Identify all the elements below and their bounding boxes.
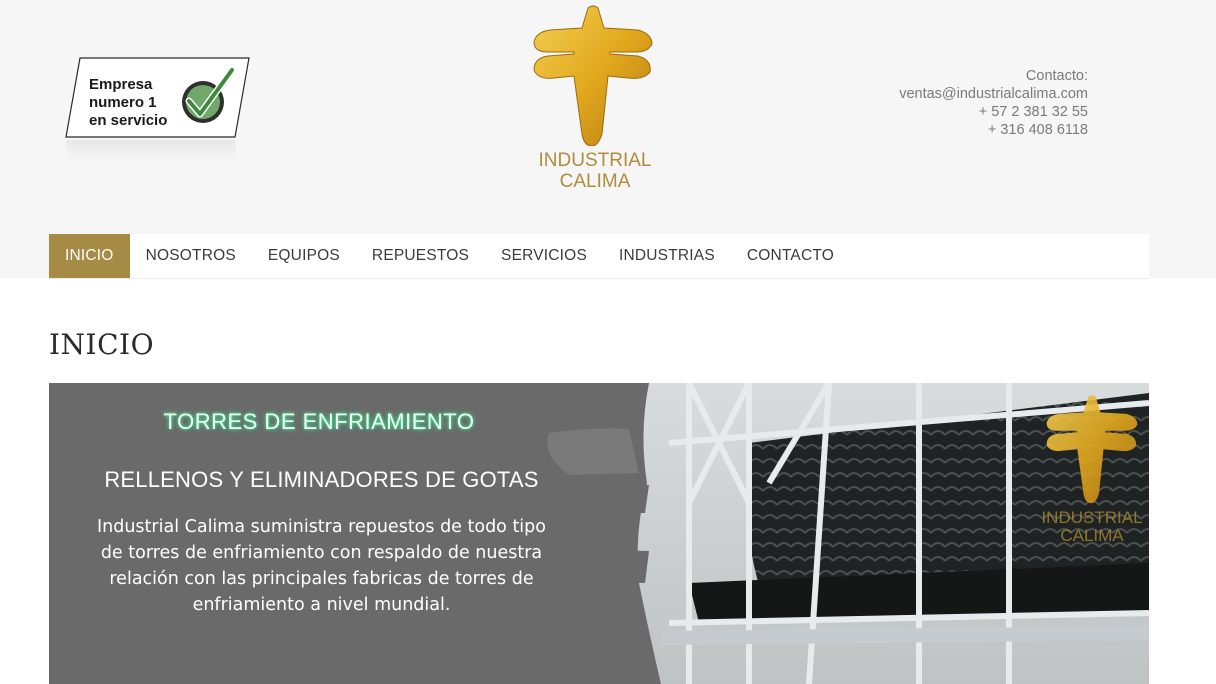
nav-item-contacto[interactable]: CONTACTO xyxy=(731,234,850,278)
banner-body-line: enfriamiento a nivel mundial. xyxy=(192,595,451,615)
logo-icon[interactable] xyxy=(528,4,658,146)
banner-body-line: Industrial Calima suministra repuestos d… xyxy=(96,517,546,537)
banner-subheading: RELLENOS Y ELIMINADORES DE GOTAS xyxy=(104,467,539,492)
logo-line: INDUSTRIAL xyxy=(538,150,652,171)
nav-item-servicios[interactable]: SERVICIOS xyxy=(485,234,603,278)
badge-line: numero 1 xyxy=(89,94,157,111)
logo-wordmark[interactable]: INDUSTRIAL CALIMA xyxy=(520,150,670,192)
contact-phone[interactable]: + 57 2 381 32 55 xyxy=(899,103,1088,121)
logo-line: CALIMA xyxy=(559,171,631,192)
badge-text: Empresa numero 1 en servicio xyxy=(89,76,199,130)
badge-line: en servicio xyxy=(89,112,168,129)
nav-item-repuestos[interactable]: REPUESTOS xyxy=(356,234,485,278)
banner-logo-icon xyxy=(1046,395,1138,504)
nav-item-nosotros[interactable]: NOSOTROS xyxy=(130,234,252,278)
contact-block: Contacto: ventas@industrialcalima.com + … xyxy=(899,67,1088,139)
nav-item-equipos[interactable]: EQUIPOS xyxy=(252,234,356,278)
banner-logo-line: CALIMA xyxy=(1060,526,1124,545)
hero-banner: TORRES DE ENFRIAMIENTO RELLENOS Y ELIMIN… xyxy=(49,383,1149,684)
contact-label: Contacto: xyxy=(1025,68,1088,84)
badge-line: Empresa xyxy=(89,76,153,93)
page-title: INICIO xyxy=(49,328,155,361)
contact-email[interactable]: ventas@industrialcalima.com xyxy=(899,85,1088,103)
banner-logo-wordmark: INDUSTRIAL CALIMA xyxy=(1029,509,1149,545)
banner-heading: TORRES DE ENFRIAMIENTO xyxy=(163,409,475,434)
nav-item-inicio[interactable]: INICIO xyxy=(49,234,130,278)
banner-logo-line: INDUSTRIAL xyxy=(1041,508,1143,527)
banner-body-line: de torres de enfriamiento con respaldo d… xyxy=(100,543,543,563)
banner-body-line: relación con las principales fabricas de… xyxy=(109,569,534,589)
main-nav: INICIO NOSOTROS EQUIPOS REPUESTOS SERVIC… xyxy=(49,234,1149,279)
banner-body: Industrial Calima suministra repuestos d… xyxy=(89,514,554,618)
nav-item-industrias[interactable]: INDUSTRIAS xyxy=(603,234,731,278)
contact-phone[interactable]: + 316 408 6118 xyxy=(899,121,1088,139)
